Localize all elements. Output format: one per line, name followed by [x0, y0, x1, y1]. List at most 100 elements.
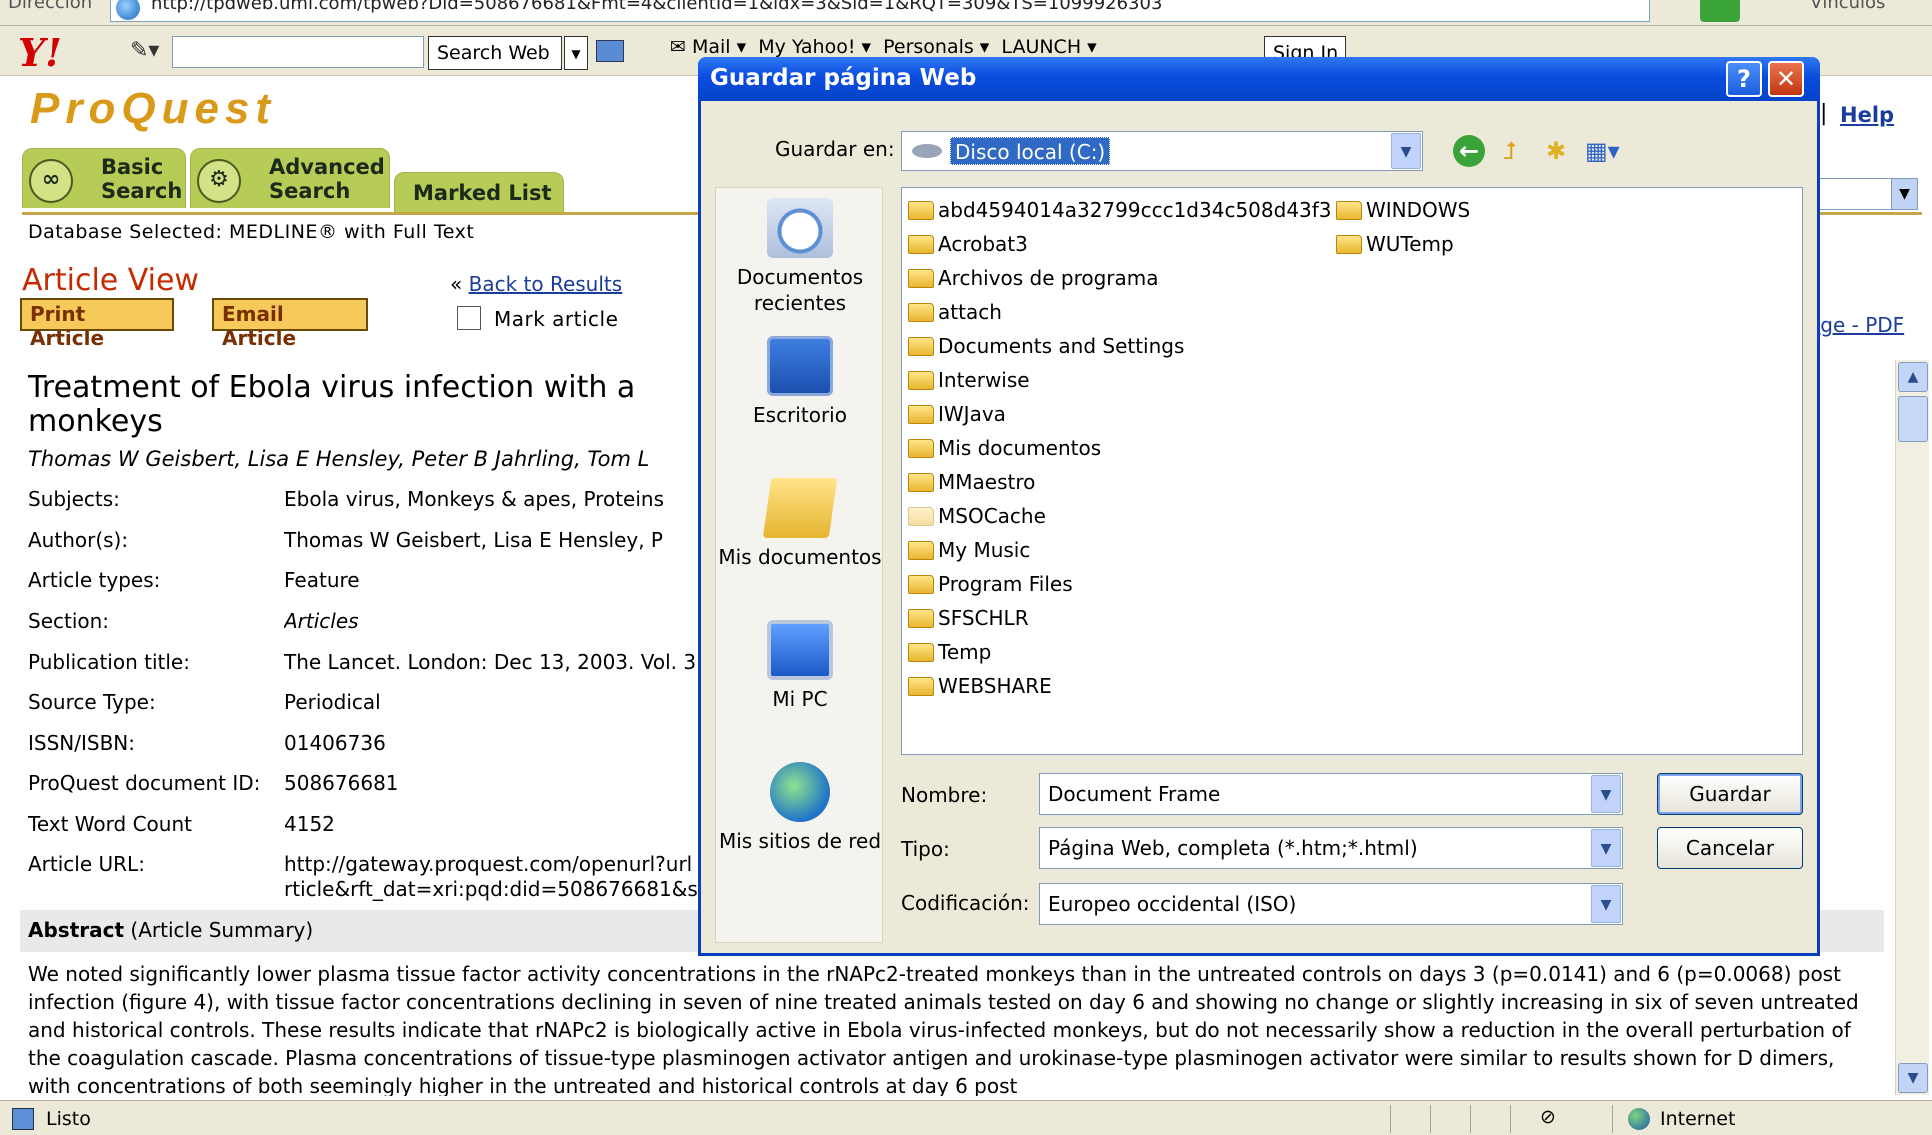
chevron-down-icon[interactable]: ▼	[1391, 133, 1421, 169]
folder-item[interactable]: Documents and Settings	[908, 332, 1184, 360]
scroll-up-icon[interactable]: ▲	[1898, 362, 1928, 392]
back-to-results-link[interactable]: Back to Results	[469, 272, 623, 296]
scroll-thumb[interactable]	[1898, 396, 1928, 442]
mail-icon[interactable]: ✉	[670, 36, 686, 58]
page-select[interactable]: ▼	[1810, 178, 1918, 210]
tab-advanced-search[interactable]: ⚙ Advanced Search	[190, 148, 390, 208]
page-scrollbar[interactable]: ▲ ▼	[1895, 360, 1929, 1095]
cancel-button[interactable]: Cancelar	[1657, 827, 1803, 869]
new-folder-icon[interactable]: ✱	[1539, 135, 1573, 167]
back-to-results[interactable]: « Back to Results	[450, 272, 622, 296]
mark-article-checkbox[interactable]	[457, 306, 481, 330]
folder-item[interactable]: attach	[908, 298, 1002, 326]
article-title: Treatment of Ebola virus infection with …	[28, 371, 708, 439]
folder-name: My Music	[938, 538, 1031, 562]
chevron-down-icon[interactable]: ▼	[1591, 829, 1621, 867]
my-yahoo-link[interactable]: My Yahoo!	[758, 36, 855, 58]
folder-icon	[908, 609, 934, 628]
email-article-button[interactable]: Email Article	[212, 298, 368, 350]
view-menu-icon[interactable]: ▦▾	[1585, 135, 1620, 167]
file-name-field[interactable]: Document Frame ▼	[1039, 773, 1623, 815]
help-icon[interactable]: ?	[1726, 61, 1762, 97]
tab-basic-search[interactable]: ∞ Basic Search	[22, 148, 186, 208]
back-arrow-icon[interactable]: ←	[1453, 135, 1485, 167]
pencil-icon[interactable]: ✎▾	[130, 38, 159, 63]
mail-link[interactable]: Mail	[692, 36, 731, 58]
folder-icon	[908, 201, 934, 220]
folder-name: abd4594014a32799ccc1d34c508d43f3	[938, 198, 1332, 222]
yahoo-search-input[interactable]	[172, 36, 424, 68]
dialog-titlebar[interactable]: Guardar página Web ? ✕	[698, 57, 1820, 101]
folder-item[interactable]: My Music	[908, 536, 1030, 564]
folder-item[interactable]: Interwise	[908, 366, 1030, 394]
internet-zone-icon	[1628, 1108, 1650, 1130]
folder-item[interactable]: abd4594014a32799ccc1d34c508d43f3	[908, 196, 1332, 224]
folder-item[interactable]: SFSCHLR	[908, 604, 1029, 632]
yahoo-logo-icon[interactable]: Y!	[18, 30, 62, 75]
meta-key: Section:	[28, 609, 110, 633]
save-button[interactable]: Guardar	[1657, 773, 1803, 815]
address-input[interactable]: http://tpdweb.umi.com/tpweb?Did=50867668…	[110, 0, 1650, 22]
encoding-select[interactable]: Europeo occidental (ISO) ▼	[1039, 883, 1623, 925]
article-url-line1[interactable]: http://gateway.proquest.com/openurl?url	[284, 852, 704, 876]
folder-icon	[908, 541, 934, 560]
file-type-select[interactable]: Página Web, completa (*.htm;*.html) ▼	[1039, 827, 1623, 869]
article-title-line2: monkeys	[28, 404, 163, 439]
meta-value[interactable]: Thomas W Geisbert, Lisa E Hensley, P	[284, 528, 704, 552]
chevron-down-icon[interactable]: ▼	[1591, 885, 1621, 923]
place-my-documents[interactable]: Mis documentos	[716, 478, 884, 570]
place-my-network[interactable]: Mis sitios de red	[716, 762, 884, 854]
separator: |	[1820, 101, 1828, 126]
place-desktop[interactable]: Escritorio	[716, 336, 884, 428]
pdf-link[interactable]: age - PDF	[1808, 313, 1904, 337]
meta-key: Article types:	[28, 568, 161, 592]
hidden-folder-icon	[908, 507, 934, 526]
address-label: Dirección	[8, 0, 93, 13]
folder-item[interactable]: Acrobat3	[908, 230, 1028, 258]
meta-value: Feature	[284, 568, 360, 592]
links-label[interactable]: Vínculos	[1810, 0, 1885, 13]
folder-item[interactable]: WEBSHARE	[908, 672, 1052, 700]
article-view-heading: Article View	[22, 263, 199, 298]
place-recent-documents[interactable]: Documentos recientes	[716, 198, 884, 316]
launch-link[interactable]: LAUNCH	[1001, 36, 1081, 58]
highlight-icon[interactable]	[596, 40, 624, 62]
print-article-button[interactable]: Print Article	[20, 298, 174, 350]
folder-item[interactable]: MMaestro	[908, 468, 1035, 496]
folder-icon	[908, 643, 934, 662]
folder-item[interactable]: WINDOWS	[1336, 196, 1470, 224]
folder-item[interactable]: Archivos de programa	[908, 264, 1159, 292]
meta-value[interactable]: Ebola virus, Monkeys & apes, Proteins	[284, 487, 704, 511]
chevron-down-icon[interactable]: ▼	[1591, 775, 1621, 813]
search-web-button[interactable]: Search Web	[428, 36, 562, 70]
article-url-line2[interactable]: rticle&rft_dat=xri:pqd:did=508676681&sv	[284, 877, 704, 901]
folder-name: Program Files	[938, 572, 1073, 596]
tab-marked-list[interactable]: Marked List	[394, 172, 564, 214]
abstract-text: We noted significantly lower plasma tiss…	[28, 962, 1859, 1096]
folder-name: MSOCache	[938, 504, 1046, 528]
chevron-down-icon[interactable]: ▼	[1891, 179, 1917, 209]
scroll-down-icon[interactable]: ▼	[1898, 1063, 1928, 1093]
save-in-value: Disco local (C:)	[950, 137, 1111, 165]
go-button[interactable]	[1700, 0, 1740, 22]
folder-item[interactable]: WUTemp	[1336, 230, 1454, 258]
folder-item[interactable]: IWJava	[908, 400, 1006, 428]
help-link[interactable]: Help	[1840, 103, 1894, 127]
save-in-combo[interactable]: Disco local (C:) ▼	[901, 131, 1423, 171]
folder-item[interactable]: Mis documentos	[908, 434, 1101, 462]
meta-key: Publication title:	[28, 650, 190, 674]
folder-item[interactable]: Program Files	[908, 570, 1073, 598]
personals-link[interactable]: Personals	[883, 36, 974, 58]
search-dropdown-button[interactable]: ▼	[564, 36, 588, 70]
folder-icon	[908, 473, 934, 492]
file-list[interactable]: abd4594014a32799ccc1d34c508d43f3 Acrobat…	[901, 187, 1803, 755]
meta-key: Article URL:	[28, 852, 145, 876]
folder-item[interactable]: Temp	[908, 638, 991, 666]
place-label: recientes	[753, 291, 847, 315]
encoding-label: Codificación:	[901, 891, 1030, 915]
folder-up-icon[interactable]: ⮥	[1493, 135, 1527, 167]
folder-item[interactable]: MSOCache	[908, 502, 1046, 530]
close-icon[interactable]: ✕	[1768, 61, 1804, 97]
proquest-logo[interactable]: ProQuest	[30, 84, 276, 134]
place-my-computer[interactable]: Mi PC	[716, 620, 884, 712]
